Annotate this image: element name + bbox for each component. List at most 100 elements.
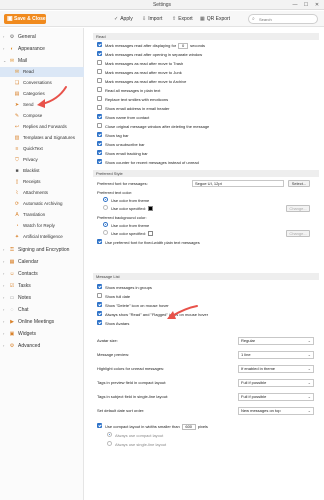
sidebar-item-label: Categories: [23, 91, 45, 96]
mark-read-separate-window-checkbox[interactable]: [97, 51, 102, 57]
text-color-theme-radio[interactable]: [103, 197, 108, 203]
bg-color-swatch[interactable]: [147, 231, 153, 237]
minimize-button[interactable]: —: [290, 1, 300, 9]
show-full-date-checkbox[interactable]: [97, 293, 102, 299]
sidebar-item-compose[interactable]: ✎ Compose: [0, 111, 84, 121]
show-avatars-checkbox[interactable]: [97, 320, 102, 326]
option-label: Always use single-line layout: [115, 442, 167, 447]
bg-color-specified-radio[interactable]: [103, 230, 108, 236]
compact-width-input[interactable]: 600: [181, 423, 196, 430]
sidebar-item-general[interactable]: › ⚙ General: [0, 32, 84, 42]
sidebar-item-attachments[interactable]: ⌇ Attachments: [0, 188, 84, 198]
mark-read-junk-checkbox[interactable]: [97, 69, 102, 75]
sidebar-item-mail[interactable]: ⌄ ✉ Mail: [0, 56, 84, 66]
sidebar-item-label: Watch for Reply: [23, 223, 55, 228]
show-tracking-checkbox[interactable]: [97, 150, 102, 156]
tags-subject-value: Full if possible: [241, 394, 267, 399]
compose-icon: ✎: [14, 113, 20, 119]
show-tag-bar-checkbox[interactable]: [97, 132, 102, 138]
sidebar-item-widgets[interactable]: › ▣ Widgets: [0, 329, 84, 339]
select-font-button[interactable]: Select...: [288, 180, 310, 187]
chevron-down-icon: ⌄: [307, 394, 311, 399]
bg-color-theme-radio[interactable]: [103, 222, 108, 228]
sidebar-item-contacts[interactable]: › ☺ Contacts: [0, 269, 84, 279]
text-color-specified-radio[interactable]: [103, 205, 108, 211]
show-delete-icon-checkbox[interactable]: [97, 302, 102, 308]
sidebar-item-appearance[interactable]: › ◐ Appearance: [0, 44, 84, 54]
close-button[interactable]: ✕: [312, 1, 322, 9]
sidebar-item-online-meetings[interactable]: › ▶ Online Meetings: [0, 317, 84, 327]
search-input[interactable]: [249, 15, 317, 23]
message-preview-select[interactable]: 1 line ⌄: [238, 351, 314, 359]
replace-emoticons-checkbox[interactable]: [97, 96, 102, 102]
highlight-colors-select[interactable]: If enabled in theme ⌄: [238, 365, 314, 373]
qr-export-label: QR Export: [206, 16, 231, 22]
mark-read-trash-checkbox[interactable]: [97, 60, 102, 66]
plain-text-checkbox[interactable]: [97, 87, 102, 93]
fixed-width-checkbox[interactable]: [97, 239, 102, 245]
show-counter-checkbox[interactable]: [97, 159, 102, 165]
maximize-button[interactable]: ☐: [301, 1, 311, 9]
option-label: Mark messages as read after move to Arch…: [105, 79, 187, 84]
show-email-header-checkbox[interactable]: [97, 105, 102, 111]
always-single-line-radio[interactable]: [107, 441, 112, 447]
always-compact-row: Always use compact layout: [107, 432, 163, 439]
show-email-header-row: Show email address in email header: [97, 105, 169, 112]
mark-read-delay-row: Mark messages read after displaying for 0…: [97, 42, 205, 49]
sidebar-item-watch-for-reply[interactable]: ◔ Watch for Reply: [0, 221, 84, 231]
sidebar-item-notes[interactable]: › ▭ Notes: [0, 293, 84, 303]
sidebar-item-calendar[interactable]: › ▦ Calendar: [0, 257, 84, 267]
show-unsubscribe-checkbox[interactable]: [97, 141, 102, 147]
sidebar-item-replies-forwards[interactable]: ↩ Replies and Forwards: [0, 122, 84, 132]
close-original-checkbox[interactable]: [97, 123, 102, 129]
sidebar-item-tasks[interactable]: › ☑ Tasks: [0, 281, 84, 291]
chevron-right-icon: ›: [3, 247, 5, 252]
show-name-contact-checkbox[interactable]: [97, 114, 102, 120]
window-title: Settings: [152, 2, 172, 8]
option-label: Use color from theme: [111, 198, 150, 203]
mark-read-delay-input[interactable]: 0: [178, 42, 189, 49]
show-read-flagged-checkbox[interactable]: [97, 311, 102, 317]
sidebar-item-categories[interactable]: ▤ Categories: [0, 89, 84, 99]
sidebar-item-automatic-archiving[interactable]: ⟳ Automatic Archiving: [0, 199, 84, 209]
text-color-swatch[interactable]: [147, 206, 153, 212]
sidebar-item-translation[interactable]: A Translation: [0, 210, 84, 220]
sidebar-item-templates-signatures[interactable]: ▥ Templates and Signatures: [0, 133, 84, 143]
mark-read-archive-checkbox[interactable]: [97, 78, 102, 84]
change-bg-color-button[interactable]: Change...: [286, 230, 310, 237]
chevron-down-icon: ⌄: [307, 352, 311, 357]
sidebar-item-chat[interactable]: › ◌ Chat: [0, 305, 84, 315]
export-button[interactable]: ⇧ Export: [172, 14, 193, 24]
tags-subject-select[interactable]: Full if possible ⌄: [238, 393, 314, 401]
bg-color-label: Preferred background color:: [97, 215, 147, 220]
sidebar-item-label: Attachments: [23, 190, 49, 195]
save-close-button[interactable]: ▣ Save & Close: [4, 14, 46, 24]
qr-export-button[interactable]: ▦ QR Export: [200, 14, 230, 24]
sidebar-item-receipts[interactable]: ▯ Receipts: [0, 177, 84, 187]
check-icon: ✓: [114, 16, 119, 22]
quicktext-icon: ≡: [15, 146, 19, 152]
import-button[interactable]: ⇩ Import: [142, 14, 162, 24]
search-box[interactable]: ⌕: [248, 14, 318, 24]
compact-layout-checkbox[interactable]: [97, 423, 102, 429]
change-text-color-button[interactable]: Change...: [286, 205, 310, 212]
preferred-font-field[interactable]: Segoe UI, 12pt: [192, 180, 284, 187]
sidebar-item-privacy[interactable]: ⛉ Privacy: [0, 155, 84, 165]
sidebar-item-conversations[interactable]: ❏ Conversations: [0, 78, 84, 88]
sidebar-item-signing-encryption[interactable]: › ⚿ Signing and Encryption: [0, 245, 84, 255]
sidebar-item-blacklist[interactable]: ■ Blacklist: [0, 166, 84, 176]
always-compact-radio[interactable]: [107, 432, 112, 438]
show-groups-checkbox[interactable]: [97, 284, 102, 290]
sidebar-item-send[interactable]: ➤ Send: [0, 100, 84, 110]
sort-order-select[interactable]: New messages on top ⌄: [238, 407, 314, 415]
option-label: Mark messages read after opening in sepa…: [105, 52, 203, 57]
sidebar-item-advanced[interactable]: › ⚙ Advanced: [0, 341, 84, 351]
tags-compact-select[interactable]: Full if possible ⌄: [238, 379, 314, 387]
avatar-size-select[interactable]: Regular ⌄: [238, 337, 314, 345]
sidebar-item-quicktext[interactable]: ≡ QuickText: [0, 144, 84, 154]
sidebar-item-artificial-intelligence[interactable]: ✦ Artificial Intelligence: [0, 232, 84, 242]
mark-read-delay-checkbox[interactable]: [97, 42, 102, 48]
title-bar: Settings — ☐ ✕: [0, 0, 324, 10]
apply-button[interactable]: ✓ Apply: [114, 14, 133, 24]
sidebar-item-read[interactable]: ✉ Read: [0, 67, 84, 77]
